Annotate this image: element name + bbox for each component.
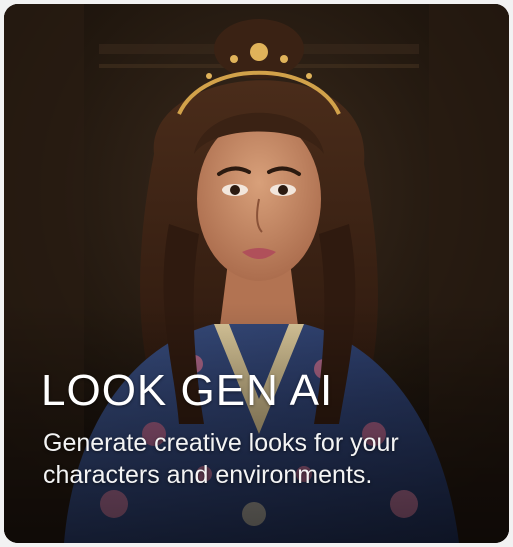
- card-description: Generate creative looks for your charact…: [43, 429, 399, 489]
- card-title: LOOK GEN AI: [41, 366, 334, 415]
- look-gen-ai-card[interactable]: LOOK GEN AI Generate creative looks for …: [4, 4, 509, 543]
- text-scrim-overlay: [4, 303, 509, 543]
